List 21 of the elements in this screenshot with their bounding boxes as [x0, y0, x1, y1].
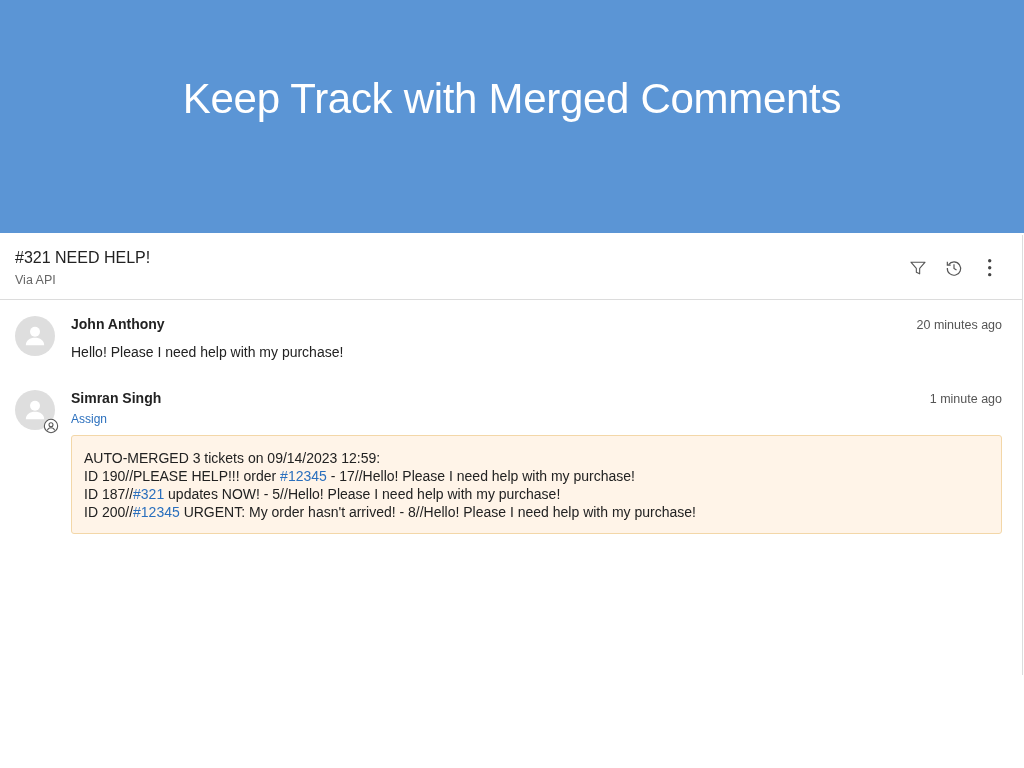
ticket-source: Via API [15, 273, 57, 287]
more-icon [988, 259, 992, 277]
ticket-link[interactable]: #12345 [280, 468, 327, 484]
timestamp: 1 minute ago [929, 392, 1002, 406]
ticket-link[interactable]: #321 [133, 486, 165, 502]
assign-link[interactable]: Assign [71, 412, 108, 426]
history-icon [944, 258, 964, 278]
banner-title: Keep Track with Merged Comments [182, 75, 842, 123]
user-icon [43, 418, 59, 434]
avatar-icon [15, 316, 55, 356]
timestamp: 20 minutes ago [916, 318, 1002, 332]
avatar-icon [15, 390, 55, 430]
note-line: ID 200//#12345 URGENT: My order hasn't arrived! - 8//Hello! Please I need help with my purchase! [84, 503, 697, 521]
note-line: ID 190//PLEASE HELP!!! order #12345 - 17//Hello! Please I need help with my purchase! [84, 467, 636, 485]
note-line: ID 187//#321 updates NOW! - 5//Hello! Please I need help with my purchase! [84, 485, 562, 503]
ticket-link[interactable]: #12345 [133, 504, 180, 520]
note-line: AUTO-MERGED 3 tickets on 09/14/2023 12:59: [84, 449, 382, 467]
author-name: Simran Singh [71, 390, 162, 406]
comment-text: Hello! Please I need help with my purchase! [71, 344, 345, 360]
ticket-title: #321 NEED HELP! [15, 249, 151, 267]
author-name: John Anthony [71, 316, 165, 332]
